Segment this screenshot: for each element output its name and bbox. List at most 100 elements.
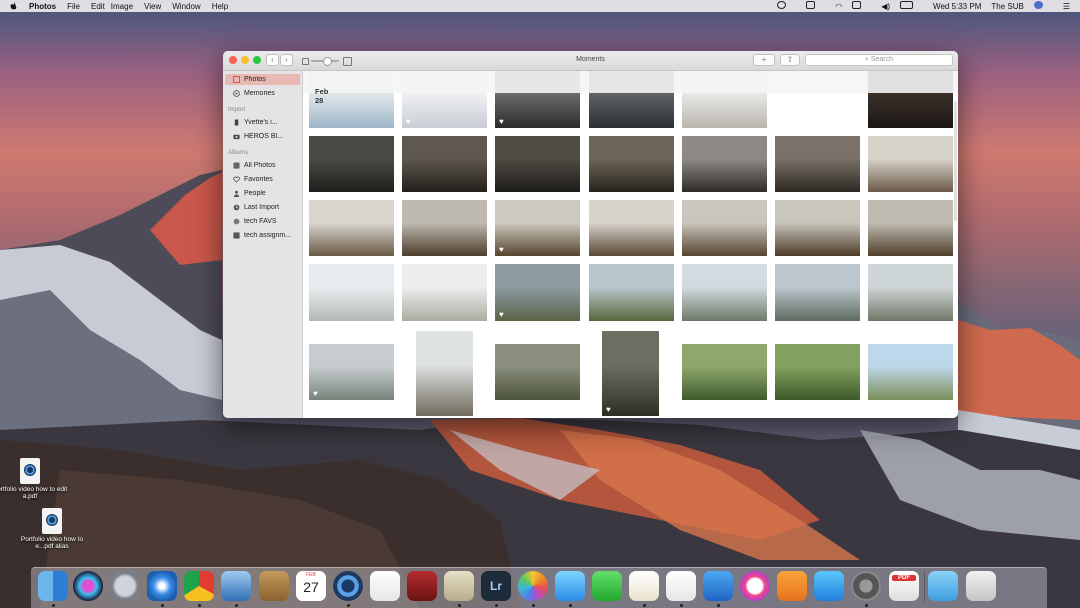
photo-thumbnail[interactable] xyxy=(416,331,473,416)
menu-view[interactable]: View xyxy=(144,2,161,11)
photo-thumbnail[interactable] xyxy=(309,136,394,192)
dock-messages-icon[interactable] xyxy=(555,571,585,601)
photo-thumbnail[interactable] xyxy=(682,344,767,400)
photo-thumbnail[interactable] xyxy=(868,264,953,321)
dock-launchpad-icon[interactable] xyxy=(110,571,140,601)
dock-trash-icon[interactable] xyxy=(966,571,996,601)
dock-running-indicator xyxy=(198,604,201,607)
dock-pdf-icon[interactable]: PDF xyxy=(889,571,919,601)
add-button[interactable]: + xyxy=(753,54,775,66)
dock-folder-icon[interactable] xyxy=(928,571,958,601)
photo-thumbnail[interactable] xyxy=(589,136,674,192)
dock-facetime-icon[interactable] xyxy=(592,571,622,601)
sidebar-item-tech-favs[interactable]: tech FAVS xyxy=(225,216,300,227)
photo-thumbnail[interactable] xyxy=(868,200,953,256)
dock-ibooks-icon[interactable] xyxy=(777,571,807,601)
photo-thumbnail[interactable] xyxy=(868,136,953,192)
favorite-heart-icon[interactable]: ♥ xyxy=(313,390,318,398)
moment-date-header[interactable]: Feb 28 › xyxy=(303,71,958,105)
menu-file[interactable]: File xyxy=(67,2,80,11)
photo-thumbnail[interactable] xyxy=(495,136,580,192)
dock-safari-icon[interactable] xyxy=(147,571,177,601)
dock-itunes-icon[interactable] xyxy=(740,571,770,601)
favorite-heart-icon[interactable]: ♥ xyxy=(499,246,504,254)
favorite-heart-icon[interactable]: ♥ xyxy=(406,118,411,126)
dock-chrome-icon[interactable] xyxy=(184,571,214,601)
desktop: Photos File Edit Image View Window Help … xyxy=(0,0,1080,608)
desktop-file-pdf[interactable]: Portfolio video how to edit a.pdf xyxy=(0,458,70,500)
menu-clock[interactable]: Wed 5:33 PM xyxy=(933,2,981,11)
photo-thumbnail[interactable] xyxy=(589,200,674,256)
dock-siri-icon[interactable] xyxy=(73,571,103,601)
photo-thumbnail[interactable] xyxy=(682,264,767,321)
dock-running-indicator xyxy=(235,604,238,607)
sidebar-item-people[interactable]: People xyxy=(225,188,300,199)
search-field[interactable]: ⌕ Search xyxy=(805,54,953,66)
siri-menu-icon[interactable] xyxy=(1033,1,1053,11)
dock-quicktime-player-icon[interactable] xyxy=(333,571,363,601)
sidebar-item-all-photos[interactable]: All Photos xyxy=(225,160,300,171)
photo-thumbnail[interactable] xyxy=(775,344,860,400)
airplay-icon[interactable] xyxy=(852,1,871,11)
desktop-file-alias[interactable]: Portfolio video how to e...pdf alias xyxy=(12,508,92,550)
title-bar[interactable]: ‹ › Moments + ⇧ ⌕ Search xyxy=(223,51,958,71)
photo-thumbnail[interactable] xyxy=(309,264,394,321)
favorite-heart-icon[interactable]: ♥ xyxy=(499,311,504,319)
photo-thumbnail[interactable] xyxy=(775,136,860,192)
share-button[interactable]: ⇧ xyxy=(780,54,800,66)
apple-menu-icon[interactable] xyxy=(10,2,17,10)
dock-system-preferences-icon[interactable] xyxy=(851,571,881,601)
sidebar-item-tech-assignments[interactable]: tech assignm... xyxy=(225,230,300,241)
dock-numbers-icon[interactable] xyxy=(666,571,696,601)
dock-finder-icon[interactable] xyxy=(38,571,68,601)
photo-thumbnail[interactable] xyxy=(309,200,394,256)
photo-thumbnail[interactable] xyxy=(589,264,674,321)
photo-thumbnail[interactable] xyxy=(495,344,580,400)
dock-photo-booth-icon[interactable] xyxy=(407,571,437,601)
scrollbar[interactable] xyxy=(954,101,957,221)
record-icon[interactable] xyxy=(777,1,796,11)
photo-thumbnail[interactable] xyxy=(775,200,860,256)
menu-app-name[interactable]: Photos xyxy=(29,2,56,11)
sidebar-item-favorites[interactable]: Favorites xyxy=(225,174,300,185)
dock-lightroom-icon[interactable]: Lr xyxy=(481,571,511,601)
photo-thumbnail[interactable]: ♥ xyxy=(602,331,659,416)
photo-thumbnail[interactable] xyxy=(682,200,767,256)
dock-photos-icon[interactable] xyxy=(518,571,548,601)
volume-icon[interactable]: ◀) xyxy=(881,2,890,11)
favorite-heart-icon[interactable]: ♥ xyxy=(606,406,611,414)
menu-user[interactable]: The SUB xyxy=(991,2,1023,11)
battery-icon[interactable] xyxy=(900,1,923,11)
wifi-icon[interactable]: ◠ xyxy=(835,2,842,11)
menu-help[interactable]: Help xyxy=(212,2,228,11)
dock-reminders-icon[interactable] xyxy=(370,571,400,601)
photo-thumbnail[interactable] xyxy=(868,344,953,400)
photo-thumbnail[interactable] xyxy=(402,264,487,321)
dock-preview-icon[interactable] xyxy=(221,571,251,601)
menu-window[interactable]: Window xyxy=(172,2,200,11)
photo-thumbnail[interactable]: ♥ xyxy=(495,200,580,256)
menu-image[interactable]: Image xyxy=(111,2,133,11)
favorite-heart-icon[interactable]: ♥ xyxy=(499,118,504,126)
screen-icon[interactable] xyxy=(806,1,825,11)
photo-thumbnail[interactable] xyxy=(402,200,487,256)
sidebar-item-iphone[interactable]: Yvette's i... xyxy=(225,117,300,128)
photo-thumbnail[interactable] xyxy=(682,136,767,192)
photo-thumbnail[interactable] xyxy=(402,136,487,192)
dock-contacts-icon[interactable] xyxy=(259,571,289,601)
dock-notes-icon[interactable]: FEB 27 xyxy=(296,571,326,601)
photo-thumbnail[interactable] xyxy=(775,264,860,321)
sidebar-item-memories[interactable]: Memories xyxy=(225,88,300,99)
dock-photos-library-icon[interactable] xyxy=(444,571,474,601)
dock-keynote-icon[interactable] xyxy=(703,571,733,601)
photo-thumbnail[interactable]: ♥ xyxy=(495,264,580,321)
sidebar-item-photos[interactable]: Photos xyxy=(225,74,300,85)
notification-center-icon[interactable]: ☰ xyxy=(1063,2,1070,11)
dock-app-store-icon[interactable] xyxy=(814,571,844,601)
sidebar-item-last-import[interactable]: Last Import xyxy=(225,202,300,213)
dock-textedit-icon[interactable] xyxy=(629,571,659,601)
photo-thumbnail[interactable]: ♥ xyxy=(309,344,394,400)
menu-edit[interactable]: Edit xyxy=(91,2,105,11)
sidebar-item-camera[interactable]: HEROS Bl... xyxy=(225,131,300,142)
iphone-icon xyxy=(234,119,239,126)
